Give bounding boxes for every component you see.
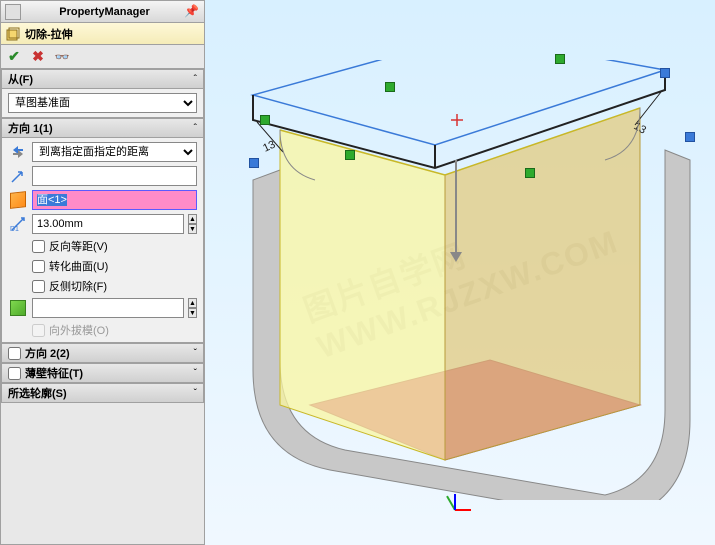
chevron-down-icon: ˇ (194, 388, 197, 399)
section-dir2-label: 方向 2(2) (25, 345, 194, 361)
drag-handle[interactable] (260, 115, 270, 125)
draft-spin-up[interactable]: ▲ (188, 298, 197, 308)
drag-handle[interactable] (685, 132, 695, 142)
draft-angle-input[interactable] (32, 298, 184, 318)
reverse-offset-label: 反向等距(V) (49, 238, 108, 254)
action-row: ✔ ✖ 👓 (1, 45, 204, 69)
triad-icon[interactable] (445, 490, 465, 510)
detailed-preview-button[interactable]: 👓 (53, 48, 71, 66)
drag-handle[interactable] (385, 82, 395, 92)
cut-extrude-icon (5, 26, 21, 42)
panel-header: PropertyManager 📌 (1, 1, 204, 23)
section-from-body: 草图基准面 (1, 89, 204, 118)
translate-surface-checkbox[interactable] (32, 260, 45, 273)
draft-spin-down[interactable]: ▼ (188, 308, 197, 318)
draft-outward-checkbox (32, 324, 45, 337)
thin-enable-checkbox[interactable] (8, 367, 21, 380)
section-dir1-header[interactable]: 方向 1(1) ˆ (1, 118, 204, 138)
3d-model[interactable]: 13 13 (235, 60, 695, 500)
draft-outward-label: 向外拔模(O) (49, 322, 109, 338)
pin-icon[interactable]: 📌 (184, 4, 200, 20)
face-surface-icon[interactable] (8, 190, 28, 210)
direction-vector-input[interactable] (32, 166, 197, 186)
depth-spin-down[interactable]: ▼ (188, 224, 197, 234)
depth-input[interactable] (32, 214, 184, 234)
feature-name: 切除-拉伸 (25, 26, 73, 42)
drag-handle[interactable] (660, 68, 670, 78)
drag-handle[interactable] (525, 168, 535, 178)
section-contours-header[interactable]: 所选轮廓(S) ˇ (1, 383, 204, 403)
reverse-offset-checkbox[interactable] (32, 240, 45, 253)
direction-vector-icon[interactable] (8, 166, 28, 186)
section-thin-header[interactable]: 薄壁特征(T) ˇ (1, 363, 204, 383)
chevron-down-icon: ˇ (194, 348, 197, 359)
from-select[interactable]: 草图基准面 (8, 93, 197, 113)
drag-handle[interactable] (345, 150, 355, 160)
section-dir2-header[interactable]: 方向 2(2) ˇ (1, 343, 204, 363)
section-from-label: 从(F) (8, 71, 33, 87)
svg-text:D1: D1 (10, 226, 19, 233)
section-from-header[interactable]: 从(F) ˆ (1, 69, 204, 89)
flip-side-checkbox[interactable] (32, 280, 45, 293)
ok-button[interactable]: ✔ (5, 48, 23, 66)
drag-handle[interactable] (249, 158, 259, 168)
flip-side-label: 反侧切除(F) (49, 278, 107, 294)
chevron-up-icon: ˆ (194, 74, 197, 85)
direction-arrow-icon[interactable] (455, 160, 457, 260)
chevron-down-icon: ˇ (194, 368, 197, 379)
depth-spinner: ▲ ▼ (188, 214, 197, 234)
section-dir1-body: 到离指定面指定的距离 面<1> D1 ▲ ▼ 反向等距(V) (1, 138, 204, 343)
end-condition-select[interactable]: 到离指定面指定的距离 (32, 142, 197, 162)
3d-viewport[interactable]: 图片自学网 WWW.RJZXW.COM 13 13 (205, 0, 715, 545)
dim-left: 13 (261, 139, 277, 155)
panel-title: PropertyManager (25, 6, 184, 18)
property-manager-panel: PropertyManager 📌 切除-拉伸 ✔ ✖ 👓 从(F) ˆ 草图基… (0, 0, 205, 545)
chevron-up-icon: ˆ (194, 123, 197, 134)
reverse-direction-icon[interactable] (8, 142, 28, 162)
cancel-button[interactable]: ✖ (29, 48, 47, 66)
section-contours-label: 所选轮廓(S) (8, 385, 67, 401)
section-thin-label: 薄壁特征(T) (25, 365, 194, 381)
translate-surface-label: 转化曲面(U) (49, 258, 108, 274)
feature-title-row: 切除-拉伸 (1, 23, 204, 45)
face-selection-input[interactable]: 面<1> (32, 190, 197, 210)
panel-menu-icon[interactable] (5, 4, 21, 20)
dir2-enable-checkbox[interactable] (8, 347, 21, 360)
draft-icon[interactable] (8, 298, 28, 318)
offset-distance-icon: D1 (8, 214, 28, 234)
draft-spinner: ▲ ▼ (188, 298, 197, 318)
section-dir1-label: 方向 1(1) (8, 120, 53, 136)
drag-handle[interactable] (555, 54, 565, 64)
depth-spin-up[interactable]: ▲ (188, 214, 197, 224)
